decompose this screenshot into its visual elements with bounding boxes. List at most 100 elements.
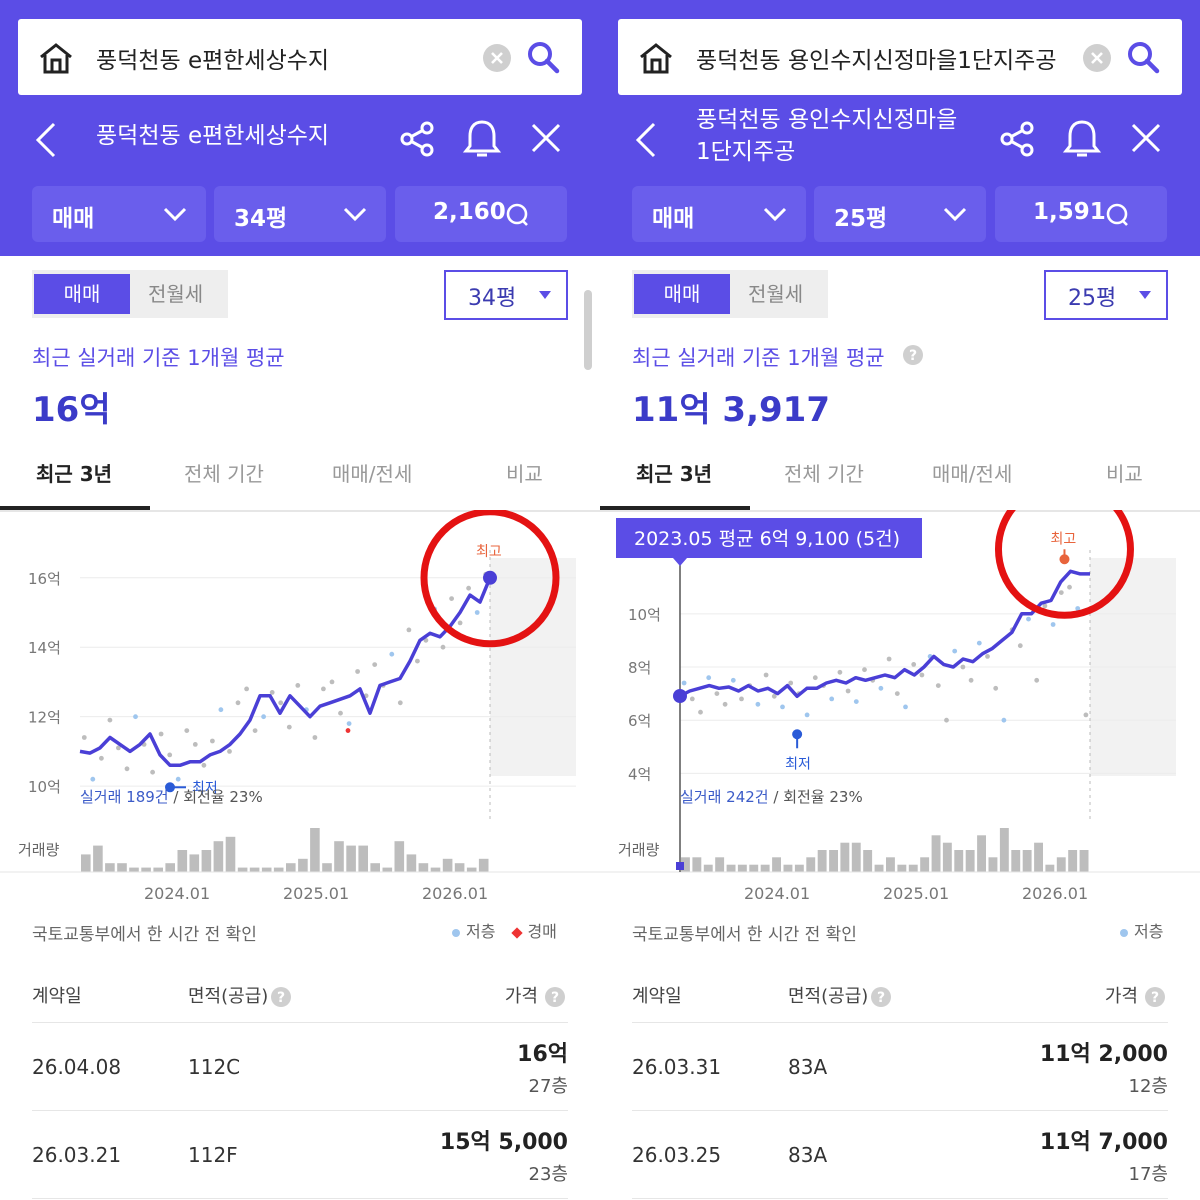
tab-compare[interactable]: 비교 [506, 458, 543, 487]
tab-recent-3y[interactable]: 최근 3년 [36, 458, 112, 487]
volume-bar [394, 841, 405, 872]
search-icon[interactable] [526, 40, 560, 74]
tab-all-period[interactable]: 전체 기간 [184, 458, 264, 487]
transaction-point [415, 658, 420, 664]
transaction-point [681, 680, 687, 686]
volume-bar [298, 858, 308, 872]
header-area[interactable]: 면적(공급) [188, 982, 268, 1008]
svg-text:?: ? [277, 990, 285, 1006]
y-tick-label: 12억 [28, 709, 61, 727]
tab-all-period[interactable]: 전체 기간 [784, 458, 864, 487]
transaction-point [853, 699, 859, 704]
header-price[interactable]: 가격 [1105, 982, 1138, 1008]
tab-sale-vs-lease[interactable]: 매매/전세 [932, 458, 1012, 487]
transaction-point [261, 714, 266, 720]
close-icon[interactable] [1130, 122, 1162, 154]
volume-bar [129, 867, 139, 872]
volume-bar [1068, 850, 1078, 872]
search-bar[interactable]: 풍덕천동 e편한세상수지 [18, 19, 582, 95]
table-row[interactable]: 26.04.08 112C 16억 27층 [32, 1022, 568, 1111]
y-tick-label: 14억 [28, 639, 61, 657]
transaction-point [90, 776, 96, 782]
header-price[interactable]: 가격 [505, 982, 538, 1008]
trade-type-filter[interactable]: 매매 [632, 186, 806, 242]
transaction-point [210, 738, 215, 744]
transaction-point [269, 690, 275, 695]
back-icon[interactable] [30, 120, 62, 160]
size-dropdown[interactable]: 25평 [1044, 270, 1168, 320]
bell-icon[interactable] [1062, 118, 1102, 160]
volume-bar [829, 850, 838, 872]
help-icon[interactable]: ? [1144, 986, 1166, 1008]
search-input[interactable]: 풍덕천동 e편한세상수지 [96, 41, 329, 75]
volume-bar [466, 867, 477, 872]
chart-legend: 저층 [1120, 918, 1163, 942]
transaction-point [1083, 712, 1089, 718]
help-icon[interactable]: ? [544, 986, 566, 1008]
legend-low-floor: 저층 [1134, 922, 1164, 941]
tab-recent-3y[interactable]: 최근 3년 [636, 458, 712, 487]
trade-type-filter[interactable]: 매매 [32, 186, 206, 242]
volume-bar [988, 857, 998, 872]
comment-count-button[interactable]: 2,160 [395, 186, 567, 242]
size-filter[interactable]: 25평 [814, 186, 986, 242]
transaction-point [878, 685, 884, 691]
tab-sale-vs-lease[interactable]: 매매/전세 [332, 458, 412, 487]
search-input[interactable]: 풍덕천동 용인수지신정마을1단지주공 [696, 41, 1057, 75]
trade-summary: 실거래 189건 / 회전율 23% [80, 788, 263, 806]
help-icon[interactable]: ? [870, 986, 892, 1008]
trade-count: 실거래 189건 [80, 788, 169, 806]
volume-bar [442, 858, 453, 872]
volume-bar [783, 864, 793, 872]
home-icon[interactable] [638, 41, 674, 75]
period-tabs: 최근 3년 전체 기간 매매/전세 비교 [0, 446, 600, 512]
segment-sale[interactable]: 매매 [634, 274, 730, 314]
chevron-down-icon [943, 207, 967, 222]
transaction-point [1058, 590, 1064, 595]
transaction-point [911, 662, 917, 667]
clear-search-icon[interactable] [1082, 43, 1112, 73]
help-icon[interactable]: ? [902, 344, 924, 366]
transaction-point [1026, 616, 1031, 622]
table-row[interactable]: 26.03.31 83A 11억 2,000 12층 [632, 1022, 1168, 1111]
transaction-point [894, 691, 900, 696]
table-row[interactable]: 26.03.25 83A 11억 7,000 17층 [632, 1110, 1168, 1199]
transaction-point [763, 672, 769, 678]
transaction-point [804, 712, 810, 718]
transaction-point [158, 731, 164, 737]
comment-count-button[interactable]: 1,591 [995, 186, 1167, 242]
auction-point [345, 728, 351, 733]
volume-bar [406, 854, 417, 872]
size-filter[interactable]: 34평 [214, 186, 386, 242]
header-area[interactable]: 면적(공급) [788, 982, 868, 1008]
volume-bar [794, 864, 804, 872]
price-chart[interactable]: 10억 8억 6억 4억 최저 최고실거래 242건 / 회전율 23% 거래량 2023.0… [600, 510, 1200, 880]
search-bar[interactable]: 풍덕천동 용인수지신정마을1단지주공 [618, 19, 1182, 95]
volume-bar [346, 845, 356, 872]
volume-bar [370, 863, 380, 872]
table-row[interactable]: 26.03.21 112F 15억 5,000 23층 [32, 1110, 568, 1199]
price-chart[interactable]: 16억14억12억10억 최저최고실거래 189건 / 회전율 23%거래량 [0, 510, 600, 880]
segment-rent[interactable]: 전월세 [148, 274, 203, 314]
low-floor-dot-icon [452, 928, 460, 937]
search-icon[interactable] [1126, 40, 1160, 74]
back-icon[interactable] [630, 120, 662, 160]
home-icon[interactable] [38, 41, 74, 75]
share-icon[interactable] [398, 120, 436, 158]
segment-rent[interactable]: 전월세 [748, 274, 803, 314]
volume-bar [760, 864, 770, 872]
help-icon[interactable]: ? [270, 986, 292, 1008]
scrollbar[interactable] [584, 290, 592, 370]
tab-compare[interactable]: 비교 [1106, 458, 1143, 487]
segment-sale[interactable]: 매매 [34, 274, 130, 314]
close-icon[interactable] [530, 122, 562, 154]
clear-search-icon[interactable] [482, 43, 512, 73]
x-tick-label: 2025.01 [883, 884, 950, 903]
volume-bar [1022, 850, 1032, 872]
volume-bar [141, 867, 151, 872]
panel-left: 풍덕천동 e편한세상수지 풍덕천동 e편한세상수지 매매 34평 2,160 매… [0, 0, 600, 1200]
bell-icon[interactable] [462, 118, 502, 160]
transaction-point [1050, 622, 1056, 627]
share-icon[interactable] [998, 120, 1036, 158]
size-dropdown[interactable]: 34평 [444, 270, 568, 320]
